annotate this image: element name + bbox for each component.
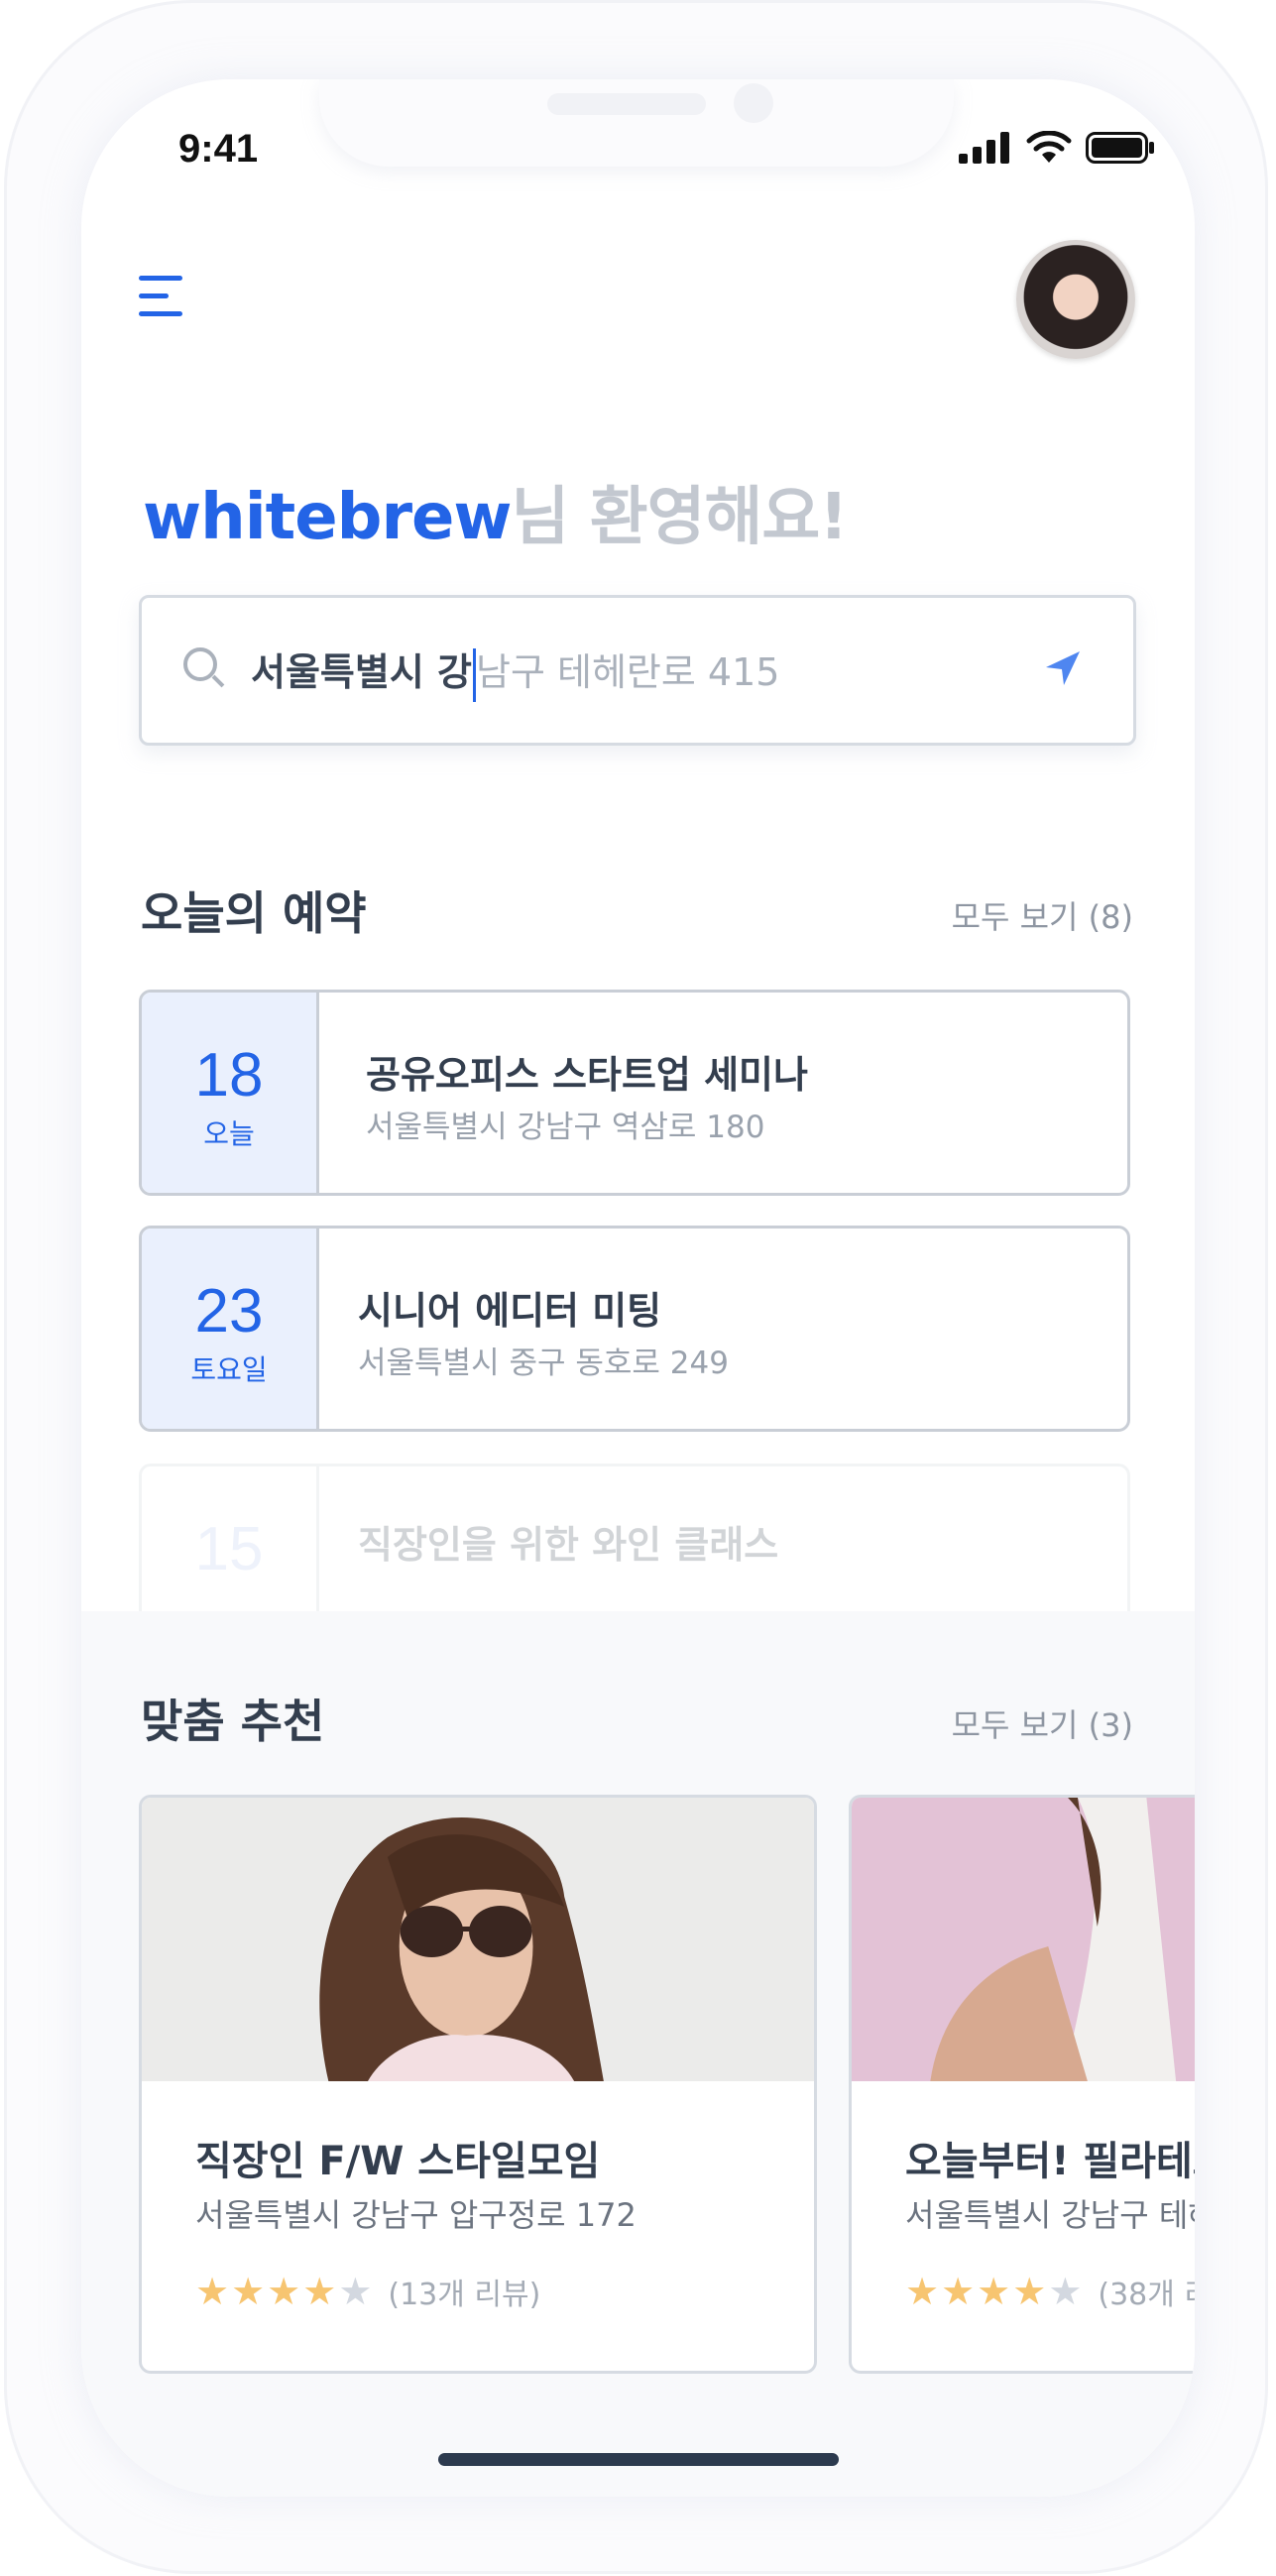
booking-day-label: 토요일: [190, 1353, 268, 1386]
recommend-see-all-link[interactable]: 모두 보기 (3): [952, 1700, 1133, 1746]
greeting: whitebrew님 환영해요!: [143, 466, 849, 557]
star-icon: ★: [231, 2270, 266, 2313]
booking-address: 서울특별시 중구 동호로 249: [358, 1346, 729, 1381]
menu-icon[interactable]: [139, 276, 186, 319]
star-icon: ★: [977, 2270, 1011, 2313]
address-search-input[interactable]: 서울특별시 강 남구 테헤란로 415: [139, 595, 1136, 746]
card-photo: [142, 1798, 814, 2081]
card-address: 서울특별시 강남구 압구정로 172: [195, 2196, 637, 2234]
search-icon: [183, 647, 217, 681]
booking-day-label: 오늘: [203, 1117, 255, 1150]
card-review-count: (38개 리뷰): [1098, 2278, 1195, 2312]
recommend-title: 맞춤 추천: [141, 1695, 325, 1748]
booking-date: 18 오늘: [142, 993, 319, 1193]
speaker: [547, 93, 706, 115]
wifi-icon: [1026, 131, 1072, 163]
booking-day: 15: [194, 1515, 264, 1583]
notch: [319, 79, 954, 167]
booking-title: 시니어 에디터 미팅: [358, 1289, 662, 1333]
card-address: 서울특별시 강남구 테헤란로: [905, 2196, 1195, 2234]
card-rating: ★ ★ ★ ★ ★ (38개 리뷰): [905, 2270, 1195, 2313]
status-time: 9:41: [178, 127, 259, 171]
card-title: 오늘부터! 필라테스: [905, 2139, 1195, 2184]
search-field[interactable]: 서울특별시 강 남구 테헤란로 415: [251, 642, 779, 702]
star-icon: ★: [1012, 2270, 1047, 2313]
booking-address: 서울특별시 강남구 역삼로 180: [366, 1110, 765, 1145]
star-icon: ★: [302, 2270, 337, 2313]
booking-day: 23: [194, 1277, 264, 1346]
front-camera: [734, 83, 773, 123]
today-bookings-title: 오늘의 예약: [141, 886, 367, 940]
star-icon: ★: [941, 2270, 976, 2313]
card-photo: [852, 1798, 1195, 2081]
star-icon: ★: [1048, 2270, 1083, 2313]
search-typed-text: 서울특별시 강: [251, 650, 472, 694]
app-screen: 9:41 whitebrew님 환영해요! 서울특별시 강 남구 테헤란로 415: [81, 79, 1195, 2497]
recommend-card[interactable]: 직장인 F/W 스타일모임 서울특별시 강남구 압구정로 172 ★ ★ ★ ★…: [139, 1795, 817, 2374]
greeting-text: 님 환영해요!: [511, 481, 849, 554]
avatar[interactable]: [1016, 240, 1135, 359]
star-icon: ★: [905, 2270, 940, 2313]
search-placeholder: 남구 테헤란로 415: [476, 650, 780, 694]
booking-day: 18: [194, 1041, 264, 1110]
recommend-card[interactable]: 오늘부터! 필라테스 서울특별시 강남구 테헤란로 ★ ★ ★ ★ ★ (38개…: [849, 1795, 1195, 2374]
signal-icon: [959, 132, 1009, 164]
star-icon: ★: [195, 2270, 230, 2313]
today-see-all-link[interactable]: 모두 보기 (8): [952, 892, 1133, 938]
booking-date: 23 토요일: [142, 1229, 319, 1429]
booking-title: 직장인을 위한 와인 클래스: [358, 1523, 779, 1567]
star-icon: ★: [267, 2270, 301, 2313]
booking-title: 공유오피스 스타트업 세미나: [366, 1053, 808, 1097]
battery-icon: [1086, 132, 1154, 164]
greeting-username: whitebrew: [143, 481, 513, 554]
location-arrow-icon[interactable]: [1040, 647, 1084, 691]
card-rating: ★ ★ ★ ★ ★ (13개 리뷰): [195, 2270, 540, 2313]
card-review-count: (13개 리뷰): [388, 2278, 541, 2312]
status-icons: [959, 131, 1155, 165]
home-indicator[interactable]: [438, 2453, 839, 2466]
card-title: 직장인 F/W 스타일모임: [195, 2139, 601, 2184]
booking-card[interactable]: 18 오늘 공유오피스 스타트업 세미나 서울특별시 강남구 역삼로 180: [139, 990, 1130, 1196]
star-icon: ★: [338, 2270, 373, 2313]
booking-card[interactable]: 23 토요일 시니어 에디터 미팅 서울특별시 중구 동호로 249: [139, 1226, 1130, 1432]
